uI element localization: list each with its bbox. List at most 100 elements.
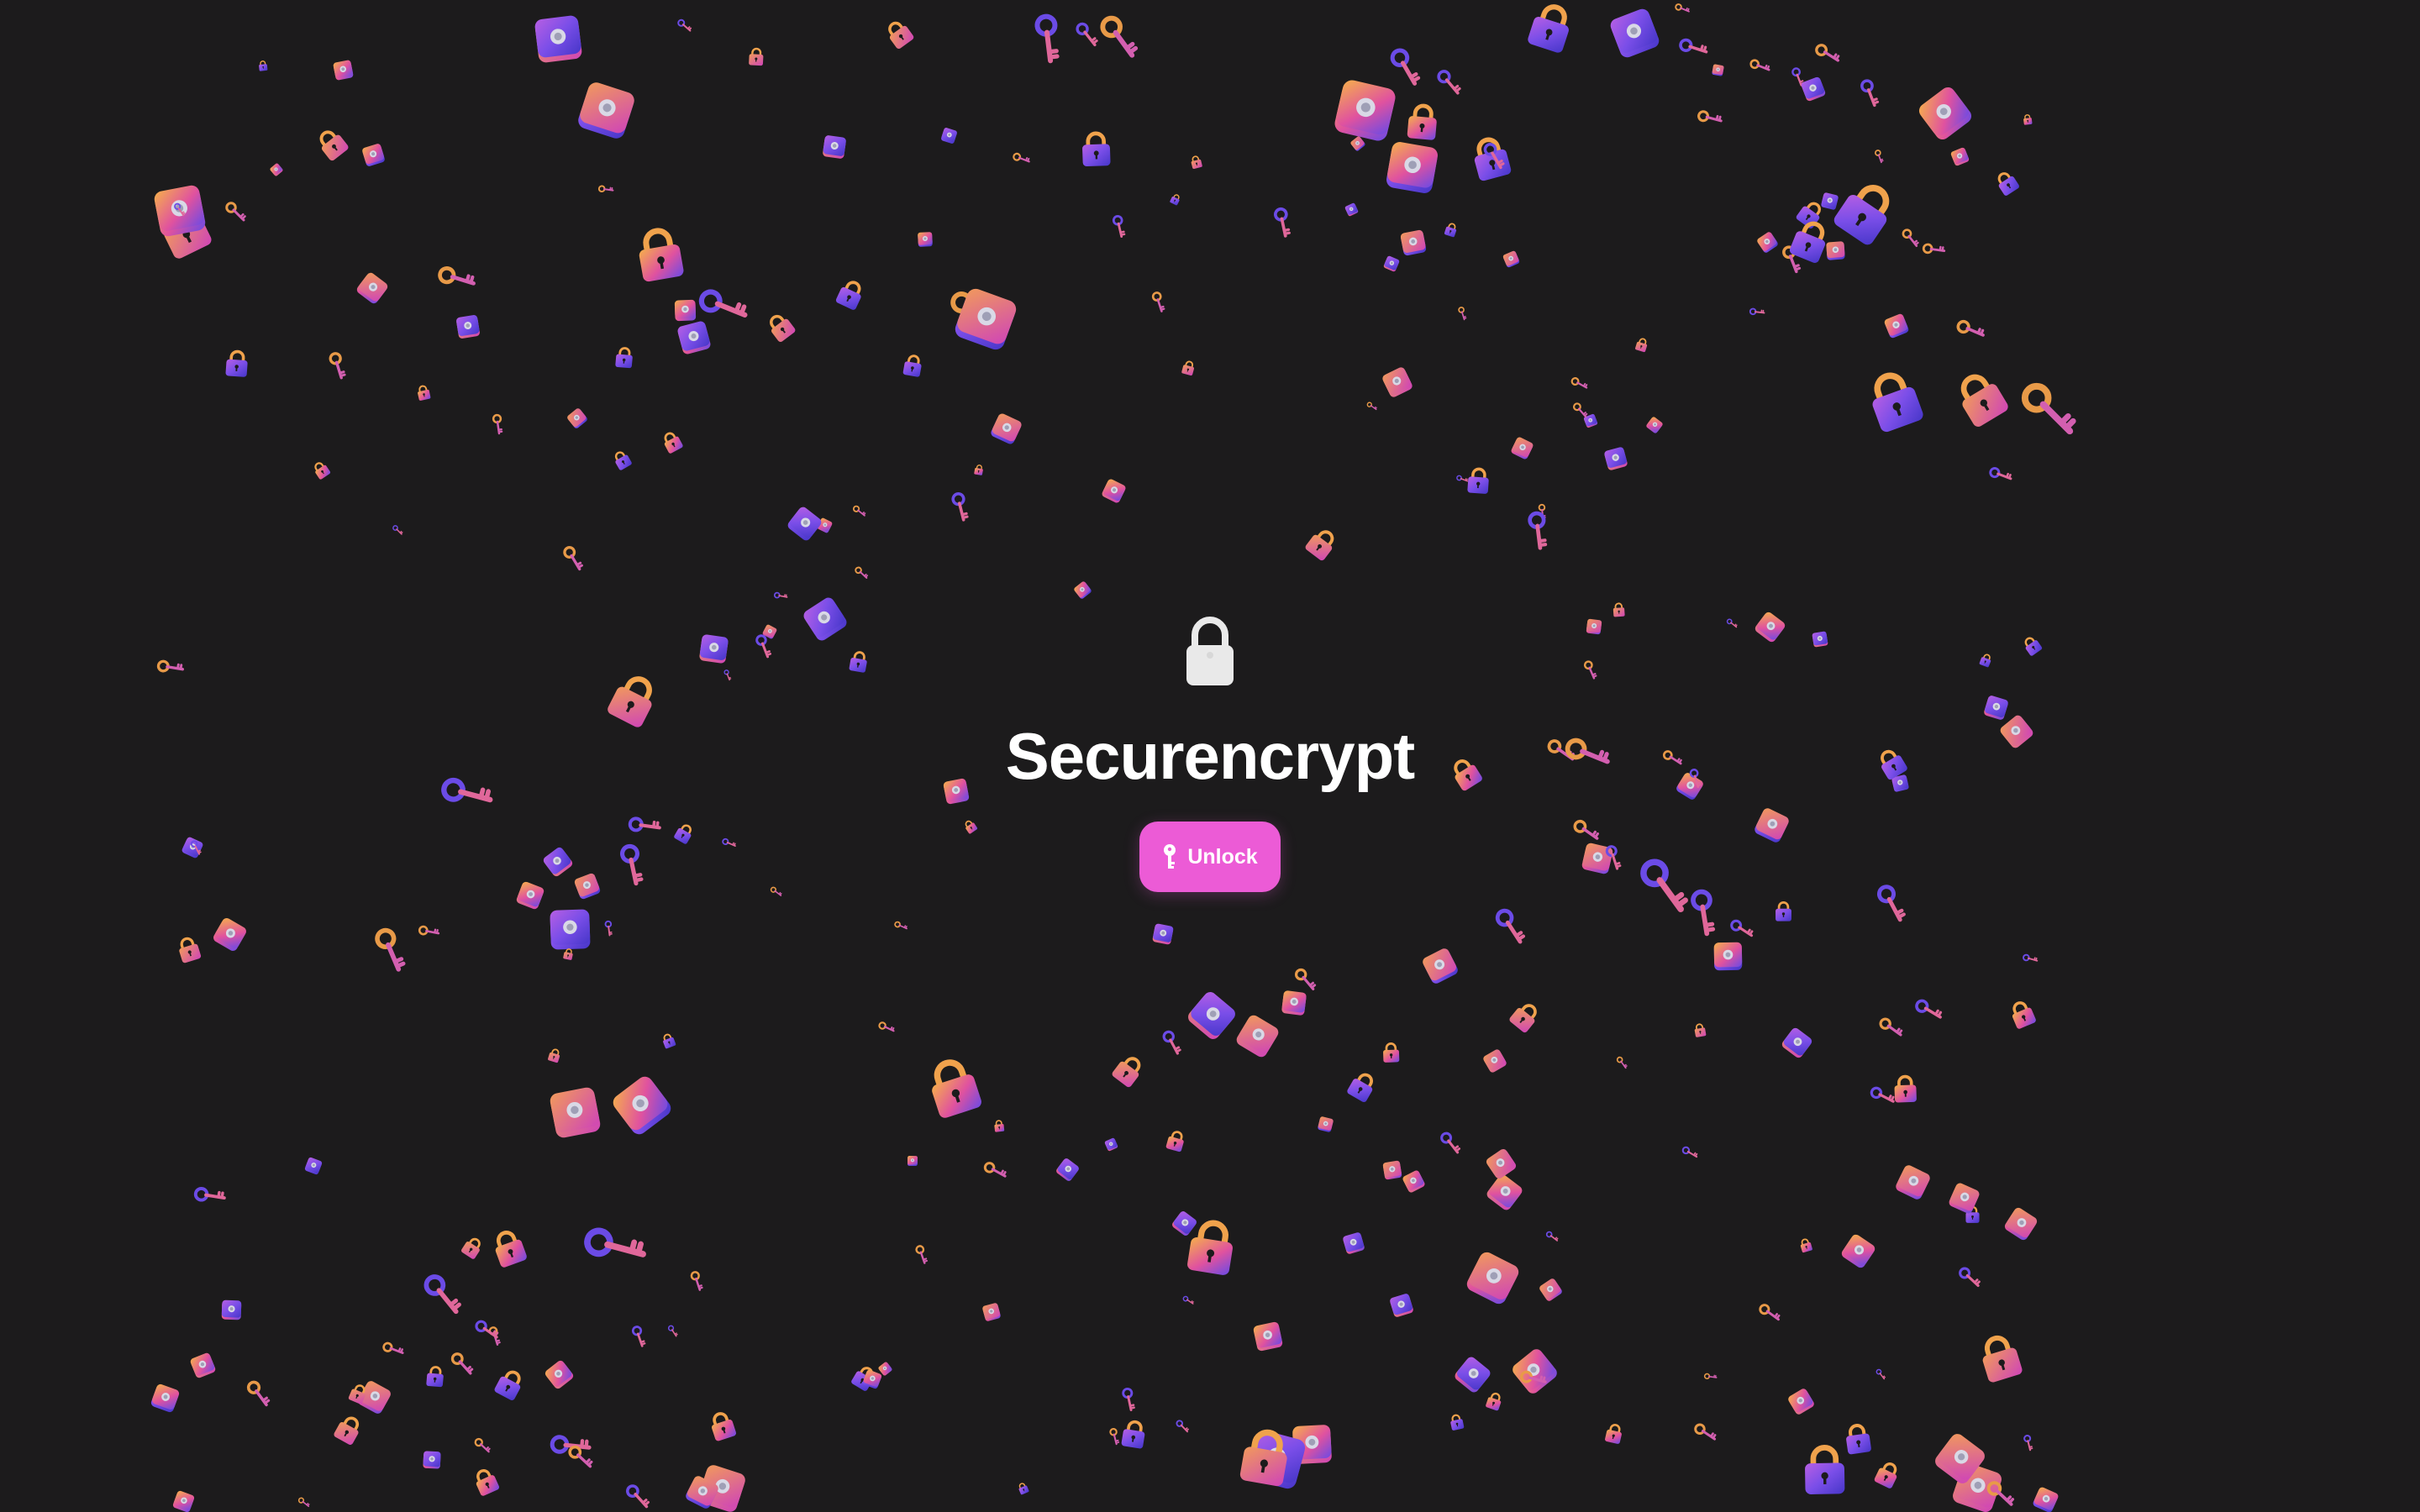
key-icon: [1565, 738, 1610, 764]
padlock-icon: [1112, 1057, 1141, 1088]
safe-icon: [1152, 923, 1174, 945]
key-icon: [1013, 152, 1030, 163]
padlock-icon: [319, 130, 349, 161]
key-icon: [1162, 1030, 1181, 1055]
safe-icon: [803, 597, 847, 641]
safe-icon: [787, 507, 822, 541]
key-icon: [2023, 1435, 2033, 1452]
safe-icon: [1483, 1049, 1507, 1073]
padlock-icon: [1776, 901, 1791, 921]
padlock-icon: [1805, 1445, 1845, 1494]
safe-icon: [543, 847, 573, 877]
key-icon: [382, 1341, 404, 1354]
key-icon: [1749, 307, 1765, 316]
padlock-icon: [902, 354, 922, 377]
padlock-icon: [965, 820, 978, 834]
padlock-icon: [1450, 1414, 1465, 1431]
padlock-icon: [314, 462, 331, 480]
padlock-icon: [639, 228, 684, 282]
padlock-icon: [1165, 1131, 1184, 1152]
key-icon: [1495, 908, 1526, 944]
safe-icon: [1646, 417, 1663, 433]
key-icon: [1122, 1387, 1135, 1411]
key-icon: [1273, 207, 1291, 238]
key-icon: [770, 886, 782, 896]
padlock-icon: [1191, 155, 1202, 170]
unlock-button[interactable]: Unlock: [1139, 822, 1281, 892]
safe-icon: [1539, 1278, 1562, 1301]
key-icon: [1182, 1295, 1194, 1305]
safe-icon: [1712, 64, 1724, 76]
key-icon: [983, 1162, 1007, 1178]
key-icon: [297, 1497, 310, 1508]
key-icon: [1164, 844, 1176, 869]
key-icon: [1922, 243, 1946, 255]
safe-icon: [1713, 942, 1743, 971]
padlock-icon: [426, 1366, 444, 1388]
padlock-icon: [770, 314, 796, 343]
padlock-icon: [2012, 1001, 2036, 1029]
key-icon: [722, 837, 736, 848]
safe-icon: [1400, 229, 1427, 256]
safe-icon: [823, 135, 846, 159]
key-icon: [1458, 307, 1467, 321]
key-icon: [1545, 1231, 1559, 1242]
key-icon: [1176, 1420, 1189, 1433]
safe-icon: [991, 413, 1022, 444]
padlock-icon: [2024, 637, 2043, 656]
padlock-icon: [2023, 114, 2033, 125]
padlock-icon: [1605, 1424, 1622, 1444]
padlock-icon: [932, 1059, 981, 1118]
padlock-icon: [1612, 602, 1625, 617]
safe-icon: [362, 144, 385, 166]
safe-icon: [1382, 367, 1413, 397]
padlock-icon: [608, 676, 652, 727]
key-icon: [1726, 618, 1738, 628]
key-icon: [329, 352, 346, 380]
safe-icon: [550, 1087, 601, 1138]
key-icon: [375, 927, 406, 972]
safe-icon: [516, 881, 544, 910]
safe-icon: [1950, 147, 1970, 166]
safe-icon: [1610, 8, 1660, 58]
padlock-icon: [563, 948, 573, 960]
key-icon: [1860, 79, 1880, 108]
key-icon: [1572, 402, 1588, 418]
safe-icon: [1754, 612, 1786, 643]
key-icon: [1759, 1304, 1781, 1321]
key-icon: [1703, 1373, 1718, 1379]
key-icon: [852, 505, 866, 517]
safe-icon: [1757, 232, 1778, 253]
safe-icon: [1754, 808, 1789, 843]
padlock-icon: [674, 824, 692, 844]
safe-icon: [1486, 1148, 1517, 1179]
safe-icon: [534, 15, 582, 63]
safe-icon: [1056, 1158, 1079, 1181]
padlock-icon: [1170, 194, 1180, 206]
key-icon: [1749, 59, 1770, 71]
safe-icon: [150, 1383, 180, 1413]
safe-icon: [982, 1303, 1001, 1321]
key-icon: [1583, 660, 1597, 680]
padlock-icon: [476, 1469, 500, 1496]
padlock-icon: [1872, 372, 1923, 433]
key-icon: [1570, 377, 1588, 389]
key-icon: [492, 413, 503, 435]
key-icon: [441, 777, 493, 803]
padlock-icon: [614, 451, 632, 470]
padlock-icon: [1800, 1238, 1812, 1253]
key-icon: [174, 202, 186, 217]
padlock-icon: [1997, 172, 2020, 196]
key-icon: [584, 1227, 646, 1257]
key-icon: [475, 1320, 499, 1339]
key-icon: [1151, 291, 1165, 312]
key-icon: [1956, 319, 1985, 337]
padlock-icon: [494, 1370, 521, 1401]
padlock-icon: [835, 281, 861, 310]
key-icon: [1034, 13, 1060, 64]
padlock-icon: [1982, 1335, 2023, 1383]
key-icon: [1815, 44, 1840, 62]
key-icon: [631, 1326, 646, 1347]
key-icon: [1986, 1481, 2015, 1506]
safe-icon: [172, 1490, 195, 1512]
